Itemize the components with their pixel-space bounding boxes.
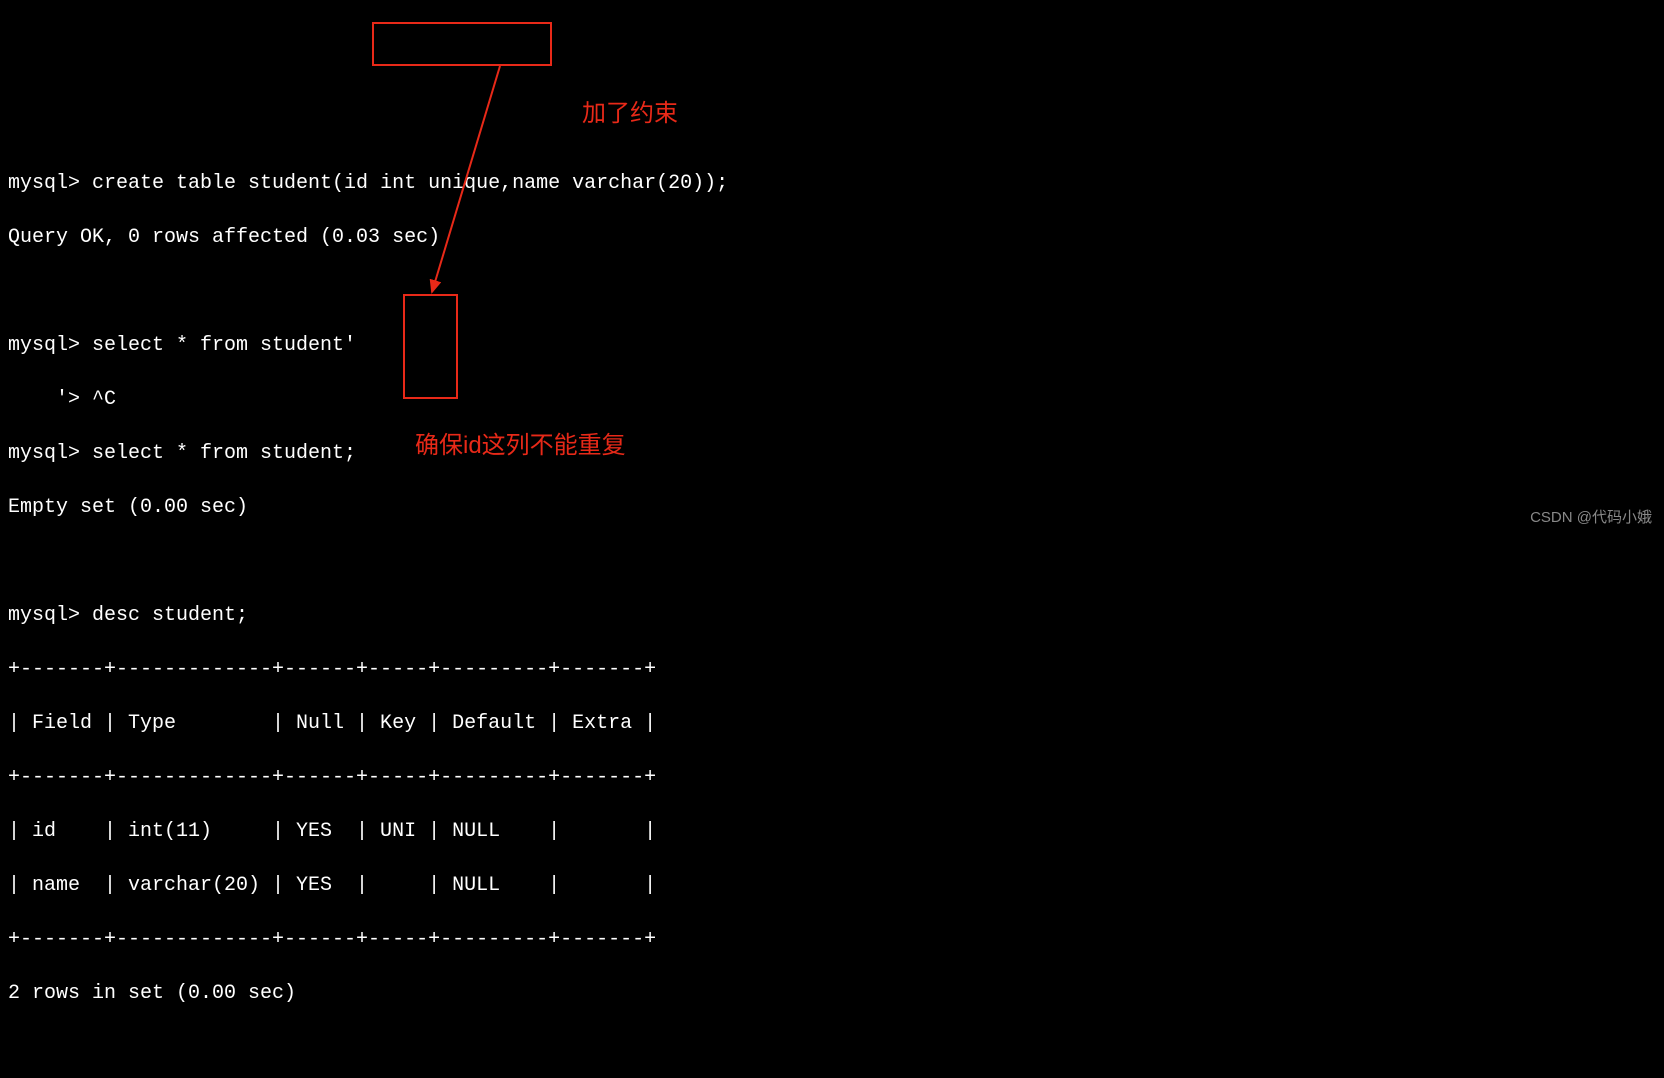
table-border-top: +-------+-------------+------+-----+----…	[8, 656, 1656, 683]
mysql-prompt: mysql>	[8, 442, 80, 465]
csdn-watermark: CSDN @代码小娥	[1530, 504, 1652, 531]
annotation-unique-label: 确保id这列不能重复	[415, 432, 626, 459]
create-table-command: create table student(id int unique,name …	[80, 172, 728, 195]
blank-line	[8, 278, 1656, 305]
select-response: Empty set (0.00 sec)	[8, 494, 1656, 521]
continuation-prompt: '>	[8, 388, 80, 411]
mysql-prompt: mysql>	[8, 334, 80, 357]
desc-command: desc student;	[80, 604, 248, 627]
desc-response: 2 rows in set (0.00 sec)	[8, 980, 1656, 1007]
terminal-output: mysql> create table student(id int uniqu…	[0, 108, 1664, 1078]
select-command: select * from student;	[80, 442, 356, 465]
mysql-prompt: mysql>	[8, 604, 80, 627]
table-row: | id | int(11) | YES | UNI | NULL | |	[8, 818, 1656, 845]
annotation-constraint-label: 加了约束	[582, 100, 678, 127]
table-border-bottom: +-------+-------------+------+-----+----…	[8, 926, 1656, 953]
mysql-prompt: mysql>	[8, 172, 80, 195]
ctrl-c: ^C	[80, 388, 116, 411]
table-header-row: | Field | Type | Null | Key | Default | …	[8, 710, 1656, 737]
select-error-command: select * from student'	[80, 334, 356, 357]
create-response: Query OK, 0 rows affected (0.03 sec)	[8, 224, 1656, 251]
table-border-mid: +-------+-------------+------+-----+----…	[8, 764, 1656, 791]
blank-line	[8, 548, 1656, 575]
highlight-box-constraint	[372, 22, 552, 66]
blank-line	[8, 1034, 1656, 1061]
table-row: | name | varchar(20) | YES | | NULL | |	[8, 872, 1656, 899]
